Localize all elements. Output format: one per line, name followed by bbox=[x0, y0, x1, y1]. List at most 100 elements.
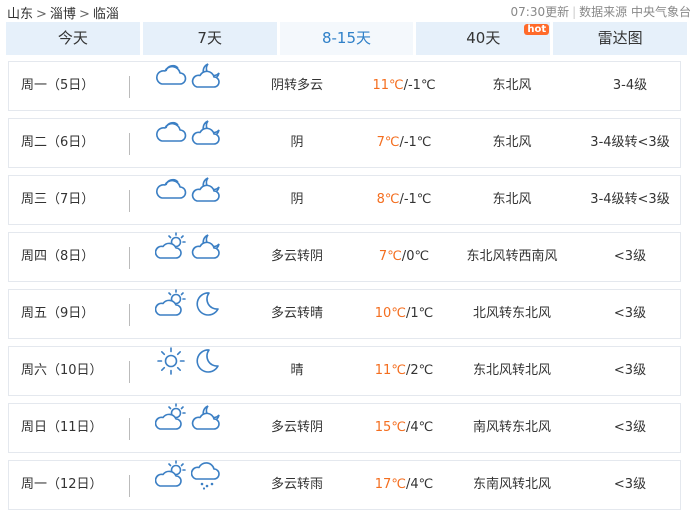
update-time: 07:30更新 bbox=[510, 5, 570, 19]
weather-description: 晴 bbox=[290, 363, 304, 378]
divider bbox=[129, 133, 130, 155]
high-temp: 11℃ bbox=[372, 78, 404, 93]
tab-label: 8-15天 bbox=[321, 29, 372, 47]
wind-direction: 南风转东北风 bbox=[472, 420, 551, 435]
low-temp: -1℃ bbox=[403, 135, 432, 150]
weather-icons bbox=[154, 231, 231, 284]
tab-label: 7天 bbox=[197, 29, 222, 47]
breadcrumb-separator: > bbox=[78, 7, 90, 22]
cloudy-icon bbox=[155, 60, 187, 113]
temperature: 8℃/-1℃ bbox=[359, 176, 449, 224]
tab-label: 40天 bbox=[466, 29, 501, 47]
forecast-list: 周一（5日） 阴转多云 11℃/-1℃ 东北风 3-4级周二（6日） 阴 7℃/-1℃ 东北风… bbox=[8, 61, 681, 517]
tab-40-days[interactable]: 40天 hot bbox=[416, 22, 551, 55]
weather-icons bbox=[154, 459, 231, 512]
breadcrumb-separator: > bbox=[36, 7, 47, 22]
temperature: 15℃/4℃ bbox=[359, 404, 449, 452]
wind-level: <3级 bbox=[613, 249, 647, 264]
temperature: 7℃/-1℃ bbox=[359, 119, 449, 167]
forecast-row: 周三（7日） 阴 8℃/-1℃ 东北风 3-4级转<3级 bbox=[8, 175, 681, 225]
high-temp: 17℃ bbox=[374, 477, 406, 492]
forecast-day: 周三（7日） bbox=[21, 192, 95, 207]
wind-level: 3-4级转<3级 bbox=[590, 135, 670, 150]
tab-radar[interactable]: 雷达图 bbox=[553, 22, 687, 55]
breadcrumb-province[interactable]: 山东 bbox=[7, 7, 33, 22]
low-temp: 1℃ bbox=[410, 306, 434, 321]
wind-direction: 北风转东北风 bbox=[472, 306, 551, 321]
forecast-day: 周六（10日） bbox=[21, 363, 103, 378]
weather-description: 阴 bbox=[290, 135, 304, 150]
low-temp: 4℃ bbox=[410, 477, 434, 492]
breadcrumb: 山东 > 淄博 > 临淄 bbox=[7, 3, 119, 22]
high-temp: 8℃ bbox=[376, 192, 400, 207]
wind-level: <3级 bbox=[613, 363, 647, 378]
wind-direction: 东北风转北风 bbox=[472, 363, 551, 378]
forecast-day: 周二（6日） bbox=[21, 135, 95, 150]
weather-icons bbox=[155, 176, 231, 224]
tab-8-15-days[interactable]: 8-15天 bbox=[279, 22, 414, 55]
partly-cloudy-day-icon bbox=[154, 231, 187, 284]
tab-7-days[interactable]: 7天 bbox=[142, 22, 277, 55]
divider bbox=[129, 76, 130, 98]
partly-cloudy-night-icon bbox=[191, 60, 223, 113]
partly-cloudy-night-icon bbox=[191, 117, 223, 170]
top-bar: 山东 > 淄博 > 临淄 07:30更新 | 数据来源 中央气象台 bbox=[0, 0, 699, 22]
weather-description: 多云转雨 bbox=[270, 477, 323, 492]
wind-level: <3级 bbox=[613, 306, 647, 321]
tab-today[interactable]: 今天 bbox=[6, 22, 140, 55]
weather-icons bbox=[154, 288, 231, 341]
divider bbox=[129, 361, 130, 383]
divider bbox=[129, 475, 130, 497]
forecast-row: 周二（6日） 阴 7℃/-1℃ 东北风 3-4级转<3级 bbox=[8, 118, 681, 168]
wind-direction: 东北风 bbox=[492, 135, 532, 150]
weather-description: 阴 bbox=[290, 192, 304, 207]
low-temp: 4℃ bbox=[410, 420, 434, 435]
forecast-day: 周日（11日） bbox=[21, 420, 103, 435]
wind-level: <3级 bbox=[613, 420, 647, 435]
partly-cloudy-night-icon bbox=[191, 174, 223, 227]
high-temp: 7℃ bbox=[376, 135, 400, 150]
low-temp: 2℃ bbox=[410, 363, 434, 378]
forecast-day: 周四（8日） bbox=[21, 249, 95, 264]
divider bbox=[129, 190, 130, 212]
high-temp: 15℃ bbox=[374, 420, 406, 435]
weather-icons bbox=[155, 62, 231, 110]
temperature: 17℃/4℃ bbox=[359, 461, 449, 509]
weather-icons bbox=[155, 119, 231, 167]
forecast-day: 周一（5日） bbox=[21, 78, 95, 93]
forecast-day: 周一（12日） bbox=[21, 477, 103, 492]
breadcrumb-city[interactable]: 淄博 bbox=[50, 7, 76, 22]
low-temp: -1℃ bbox=[407, 78, 436, 93]
wind-direction: 东北风转西南风 bbox=[466, 249, 558, 264]
divider bbox=[129, 418, 130, 440]
forecast-row: 周五（9日） 多云转晴 10℃/1℃ 北风转东北风 <3级 bbox=[8, 288, 681, 341]
forecast-row: 周一（12日） 多云转雨 17℃/4℃ 东南风转北风 <3级 bbox=[8, 459, 681, 512]
cloudy-icon bbox=[155, 174, 187, 227]
low-temp: 0℃ bbox=[406, 249, 430, 264]
moon-icon bbox=[191, 288, 223, 341]
forecast-row: 周四（8日） 多云转阴 7℃/0℃ 东北风转西南风 <3级 bbox=[8, 231, 681, 284]
update-meta: 07:30更新 | 数据来源 中央气象台 bbox=[511, 3, 691, 20]
high-temp: 10℃ bbox=[374, 306, 406, 321]
sun-icon bbox=[155, 345, 187, 398]
data-source: 数据来源 中央气象台 bbox=[579, 5, 691, 19]
hot-badge: hot bbox=[524, 24, 550, 35]
high-temp: 11℃ bbox=[374, 363, 406, 378]
partly-cloudy-night-icon bbox=[191, 231, 223, 284]
wind-direction: 东北风 bbox=[492, 78, 532, 93]
meta-divider: | bbox=[572, 5, 577, 19]
wind-level: 3-4级 bbox=[612, 78, 648, 93]
partly-cloudy-day-icon bbox=[154, 402, 187, 455]
forecast-row: 周日（11日） 多云转阴 15℃/4℃ 南风转东北风 <3级 bbox=[8, 402, 681, 455]
temperature: 11℃/-1℃ bbox=[359, 62, 449, 110]
rain-icon bbox=[190, 459, 223, 512]
partly-cloudy-night-icon bbox=[191, 402, 223, 455]
partly-cloudy-day-icon bbox=[154, 288, 187, 341]
high-temp: 7℃ bbox=[378, 249, 402, 264]
partly-cloudy-day-icon bbox=[154, 459, 187, 512]
moon-icon bbox=[191, 345, 223, 398]
weather-icons bbox=[155, 345, 231, 398]
temperature: 11℃/2℃ bbox=[359, 347, 449, 395]
forecast-row: 周六（10日） 晴 11℃/2℃ 东北风转北风 <3级 bbox=[8, 346, 681, 396]
weather-description: 阴转多云 bbox=[270, 78, 323, 93]
